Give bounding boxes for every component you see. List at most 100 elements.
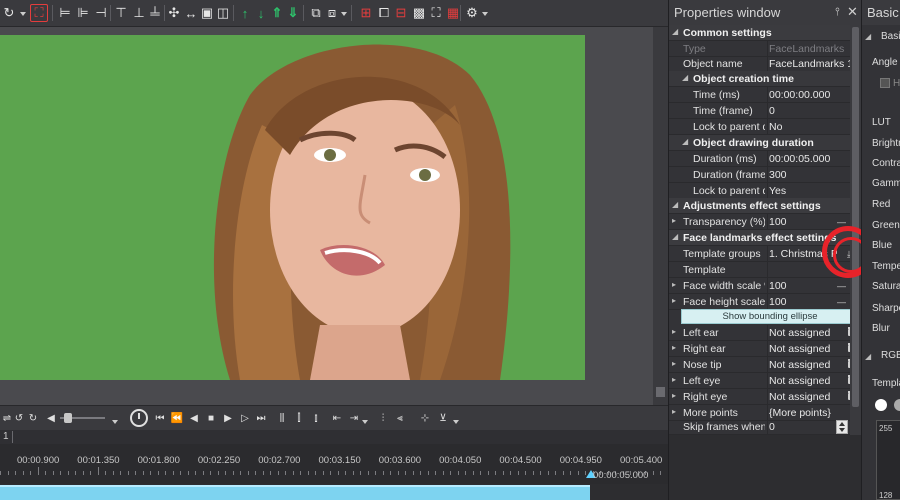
volume-icon[interactable]: ◀	[44, 411, 58, 425]
collapse-icon[interactable]: ◢	[682, 73, 688, 82]
marker-icon[interactable]: ⫾	[309, 411, 323, 425]
section-object-drawing-duration[interactable]: ◢ Object drawing duration	[669, 135, 859, 151]
align-bottom-icon[interactable]: ╧	[146, 4, 164, 22]
basic-item-temperature[interactable]: Temper	[872, 261, 900, 272]
align-clips-icon[interactable]: ⫶	[376, 411, 390, 425]
row-time-frame[interactable]: Time (frame) 0	[669, 103, 859, 119]
row-lock-to-parent-2[interactable]: Lock to parent du Yes	[669, 183, 859, 199]
expand-icon[interactable]: ▸	[672, 375, 676, 384]
time-ms-value[interactable]: 00:00:00.000	[767, 87, 859, 103]
expand-icon[interactable]: ▸	[672, 343, 676, 352]
basic-item-red[interactable]: Red	[872, 199, 890, 210]
align-top-icon[interactable]: ⊤	[112, 4, 130, 22]
minus-icon[interactable]: —	[837, 281, 846, 291]
row-face-width-scale[interactable]: ▸ Face width scale % 100 — …	[669, 278, 859, 294]
show-bounding-ellipse-button[interactable]: Show bounding ellipse	[681, 309, 859, 324]
row-skip-frames[interactable]: Skip frames when e 0 …	[669, 419, 859, 435]
video-preview-frame[interactable]	[0, 35, 585, 380]
trim-icon[interactable]: ⫿	[292, 411, 306, 425]
basic-item-gamma[interactable]: Gamma	[872, 178, 900, 189]
collapse-icon[interactable]: ◢	[682, 137, 688, 146]
step-forward-icon[interactable]: ▷	[238, 411, 252, 425]
minus-icon[interactable]: —	[837, 297, 846, 307]
scrollbar-thumb[interactable]	[852, 27, 859, 407]
snap-icon[interactable]: ⧠	[375, 4, 393, 22]
row-left-ear[interactable]: ▸ Left ear Not assigned	[669, 325, 859, 341]
pin-icon[interactable]: ⫯	[835, 6, 840, 19]
select-icon[interactable]: ⛶	[30, 4, 48, 22]
crop-icon[interactable]: ▩	[410, 4, 428, 22]
lock-parent-value[interactable]: No	[767, 119, 859, 135]
left-eye-value[interactable]: Not assigned	[767, 373, 859, 389]
object-name-value[interactable]: FaceLandmarks 1	[767, 56, 859, 72]
basic-item-brightness[interactable]: Brightne	[872, 138, 900, 149]
clock-icon[interactable]	[130, 409, 148, 427]
basic-item-blue[interactable]: Blue	[872, 240, 892, 251]
zoom-in-icon[interactable]: ⊹	[418, 411, 432, 425]
redo-icon[interactable]: ↻	[0, 4, 18, 22]
stop-icon[interactable]: ■	[204, 411, 218, 425]
row-nose-tip[interactable]: ▸ Nose tip Not assigned	[669, 357, 859, 373]
right-eye-value[interactable]: Not assigned	[767, 389, 859, 405]
expand-icon[interactable]: ▸	[672, 296, 676, 305]
curves-graph[interactable]: 255 128	[876, 420, 900, 500]
chevron-down-icon[interactable]	[112, 420, 118, 424]
settings-icon[interactable]: ⚙	[463, 4, 481, 22]
basic-item-contrast[interactable]: Contras	[872, 158, 900, 169]
stepper-down-icon[interactable]	[839, 428, 845, 432]
align-center-icon[interactable]: ⊫	[74, 4, 92, 22]
scrollbar-thumb[interactable]	[656, 387, 665, 397]
play-icon[interactable]: ▶	[221, 411, 235, 425]
fill-icon[interactable]: ◫	[214, 4, 232, 22]
row-time-ms[interactable]: Time (ms) 00:00:00.000	[669, 87, 859, 103]
basic-item-green[interactable]: Green	[872, 220, 900, 231]
basic-item-blur[interactable]: Blur	[872, 323, 890, 334]
duration-frames-value[interactable]: 300	[767, 167, 859, 183]
right-ear-value[interactable]: Not assigned	[767, 341, 859, 357]
stepper-up-icon[interactable]	[839, 422, 845, 426]
out-point-icon[interactable]: ⇥	[347, 411, 361, 425]
grid-icon[interactable]: ⊞	[357, 4, 375, 22]
channel-white-radio[interactable]	[875, 399, 887, 411]
go-start-icon[interactable]: ⏮	[153, 411, 167, 425]
collapse-icon[interactable]: ◢	[865, 32, 871, 41]
left-ear-value[interactable]: Not assigned	[767, 325, 859, 341]
row-right-eye[interactable]: ▸ Right eye Not assigned	[669, 389, 859, 405]
row-object-name[interactable]: Object name FaceLandmarks 1	[669, 56, 859, 72]
section-common-settings[interactable]: ◢ Common settings	[669, 25, 859, 41]
zoom-out-icon[interactable]: ⊻	[436, 411, 450, 425]
align-right-icon[interactable]: ⊣	[92, 4, 110, 22]
align-left-icon[interactable]: ⊨	[56, 4, 74, 22]
focus-icon[interactable]: ⛶	[427, 4, 445, 22]
expand-icon[interactable]: ▸	[672, 391, 676, 400]
row-lock-to-parent[interactable]: Lock to parent du No	[669, 119, 859, 135]
expand-icon[interactable]: ▸	[672, 327, 676, 336]
collapse-icon[interactable]: ◢	[672, 27, 678, 36]
prev-frame-icon[interactable]: ⏪	[170, 411, 184, 425]
ungroup-icon[interactable]: ⧈	[323, 4, 341, 22]
volume-slider-handle[interactable]	[64, 413, 72, 423]
expand-icon[interactable]: ▸	[672, 359, 676, 368]
basic-item-sharpen[interactable]: Sharpe	[872, 303, 900, 314]
in-point-icon[interactable]: ⇤	[330, 411, 344, 425]
lock-parent-value[interactable]: Yes	[767, 183, 859, 199]
chevron-down-icon[interactable]	[341, 12, 347, 16]
collapse-icon[interactable]: ◢	[672, 200, 678, 209]
section-object-creation-time[interactable]: ◢ Object creation time	[669, 71, 859, 87]
expand-icon[interactable]: ▸	[672, 407, 676, 416]
distribute-h-icon[interactable]: ✣	[165, 4, 183, 22]
ripple-icon[interactable]: ⫷	[393, 411, 407, 425]
duration-ms-value[interactable]: 00:00:05.000	[767, 151, 859, 167]
rewind-icon[interactable]: ↺	[12, 411, 26, 425]
collapse-icon[interactable]: ◢	[672, 232, 678, 241]
row-left-eye[interactable]: ▸ Left eye Not assigned	[669, 373, 859, 389]
chevron-down-icon[interactable]	[20, 12, 26, 16]
basic-item-lut[interactable]: LUT	[872, 117, 891, 128]
expand-icon[interactable]: ▸	[672, 216, 676, 225]
row-duration-frames[interactable]: Duration (frames) 300	[669, 167, 859, 183]
chevron-down-icon[interactable]	[482, 12, 488, 16]
chevron-down-icon[interactable]	[453, 420, 459, 424]
section-adjustments[interactable]: ◢ Adjustments effect settings	[669, 198, 859, 214]
time-frame-value[interactable]: 0	[767, 103, 859, 119]
split-icon[interactable]: ⫼	[275, 411, 289, 425]
